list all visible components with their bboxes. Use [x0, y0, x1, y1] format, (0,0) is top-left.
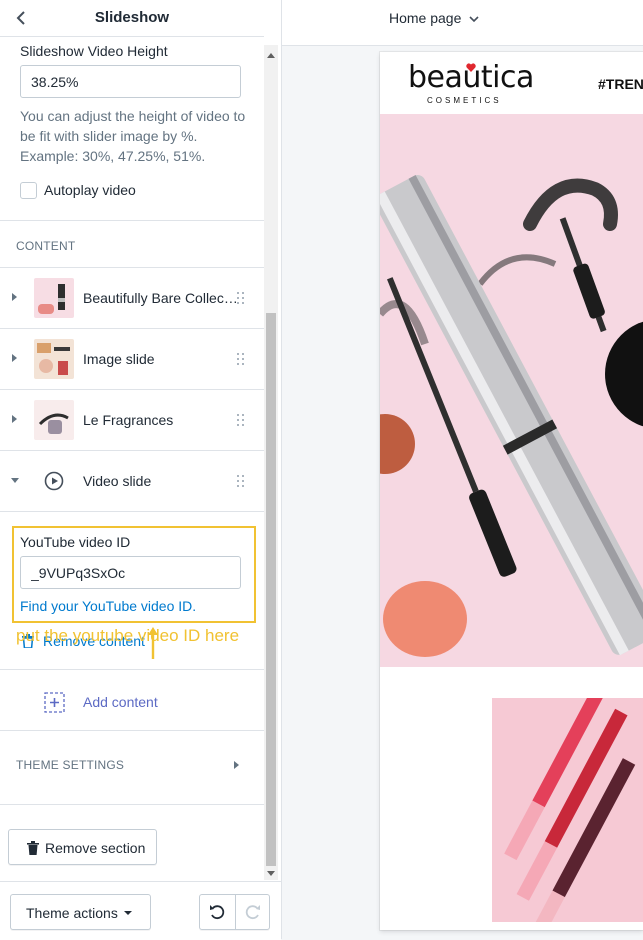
block-label: Le Fragrances — [83, 412, 174, 428]
block-item-le-fragrances[interactable]: Le Fragrances — [0, 389, 264, 450]
undo-button[interactable] — [200, 895, 236, 929]
add-content-button[interactable]: Add content — [83, 694, 158, 710]
divider — [0, 730, 264, 731]
lipstick-thumb — [34, 278, 74, 318]
scroll-down-arrow-icon[interactable] — [267, 871, 275, 876]
sidebar-scrollbar[interactable] — [264, 45, 278, 880]
divider — [0, 220, 264, 221]
caret-right-icon[interactable] — [12, 354, 17, 362]
sidebar-footer: Theme actions — [0, 881, 281, 940]
block-item-image-slide[interactable]: Image slide — [0, 328, 264, 389]
trending-nav-link[interactable]: #TREN — [598, 76, 643, 92]
drag-handle-icon[interactable] — [237, 353, 245, 365]
undo-icon — [210, 905, 225, 920]
block-label: Video slide — [83, 473, 152, 489]
theme-actions-label: Theme actions — [26, 905, 118, 921]
caret-down-icon[interactable] — [11, 478, 19, 483]
divider — [0, 511, 264, 512]
block-label: Image slide — [83, 351, 155, 367]
autoplay-checkbox[interactable] — [20, 182, 37, 199]
youtube-id-label: YouTube video ID — [20, 534, 131, 550]
lipgloss-promo-image[interactable] — [492, 698, 643, 922]
youtube-id-input[interactable] — [20, 556, 241, 589]
remove-section-label: Remove section — [45, 840, 146, 856]
caret-right-icon[interactable] — [12, 415, 17, 423]
remove-section-button[interactable]: Remove section — [8, 829, 157, 865]
scrollbar-thumb[interactable] — [266, 313, 276, 866]
block-item-beautifully-bare[interactable]: Beautifully Bare Collect… — [0, 267, 264, 328]
divider — [0, 669, 264, 670]
scroll-up-arrow-icon[interactable] — [267, 53, 275, 58]
find-youtube-id-link[interactable]: Find your YouTube video ID. — [20, 596, 250, 616]
hero-slide-image[interactable] — [380, 114, 643, 667]
block-item-video-slide[interactable]: Video slide — [0, 450, 264, 511]
play-circle-icon — [44, 471, 64, 494]
heart-icon — [466, 63, 476, 72]
perfume-thumb — [34, 400, 74, 440]
video-height-input[interactable] — [20, 65, 241, 98]
divider — [0, 804, 264, 805]
redo-icon — [245, 905, 260, 920]
add-square-icon[interactable] — [44, 692, 65, 716]
drag-handle-icon[interactable] — [237, 292, 245, 304]
annotation-text: put the youtube video ID here — [16, 626, 240, 645]
autoplay-label: Autoplay video — [44, 182, 136, 198]
block-label: Beautifully Bare Collect… — [83, 290, 239, 306]
page-selector-label: Home page — [389, 10, 462, 26]
video-height-help: You can adjust the height of video to be… — [20, 108, 246, 164]
caret-right-icon[interactable] — [12, 293, 17, 301]
undo-redo-group — [199, 894, 270, 930]
flatlay-thumb — [34, 339, 74, 379]
caret-down-icon — [124, 911, 132, 915]
page-selector[interactable]: Home page — [389, 10, 479, 26]
sidebar-title: Slideshow — [94, 9, 170, 26]
preview-header: Home page — [282, 0, 643, 46]
content-heading: CONTENT — [16, 239, 76, 253]
theme-editor-sidebar: Slideshow Slideshow Video Height You can… — [0, 0, 282, 940]
caret-right-icon[interactable] — [234, 761, 239, 769]
chevron-down-icon — [469, 16, 479, 23]
drag-handle-icon[interactable] — [237, 414, 245, 426]
video-height-label: Slideshow Video Height — [20, 43, 168, 59]
theme-actions-button[interactable]: Theme actions — [10, 894, 151, 930]
redo-button[interactable] — [236, 895, 270, 929]
storefront-preview[interactable]: beautica COSMETICS #TREN — [380, 52, 643, 930]
trash-icon — [27, 841, 39, 855]
sidebar-header: Slideshow — [0, 0, 264, 37]
settings-scroll-area[interactable]: Slideshow Video Height You can adjust th… — [0, 37, 264, 880]
drag-handle-icon[interactable] — [237, 475, 245, 487]
theme-settings-heading[interactable]: THEME SETTINGS — [16, 758, 124, 772]
store-logo-subtitle: COSMETICS — [427, 96, 502, 105]
